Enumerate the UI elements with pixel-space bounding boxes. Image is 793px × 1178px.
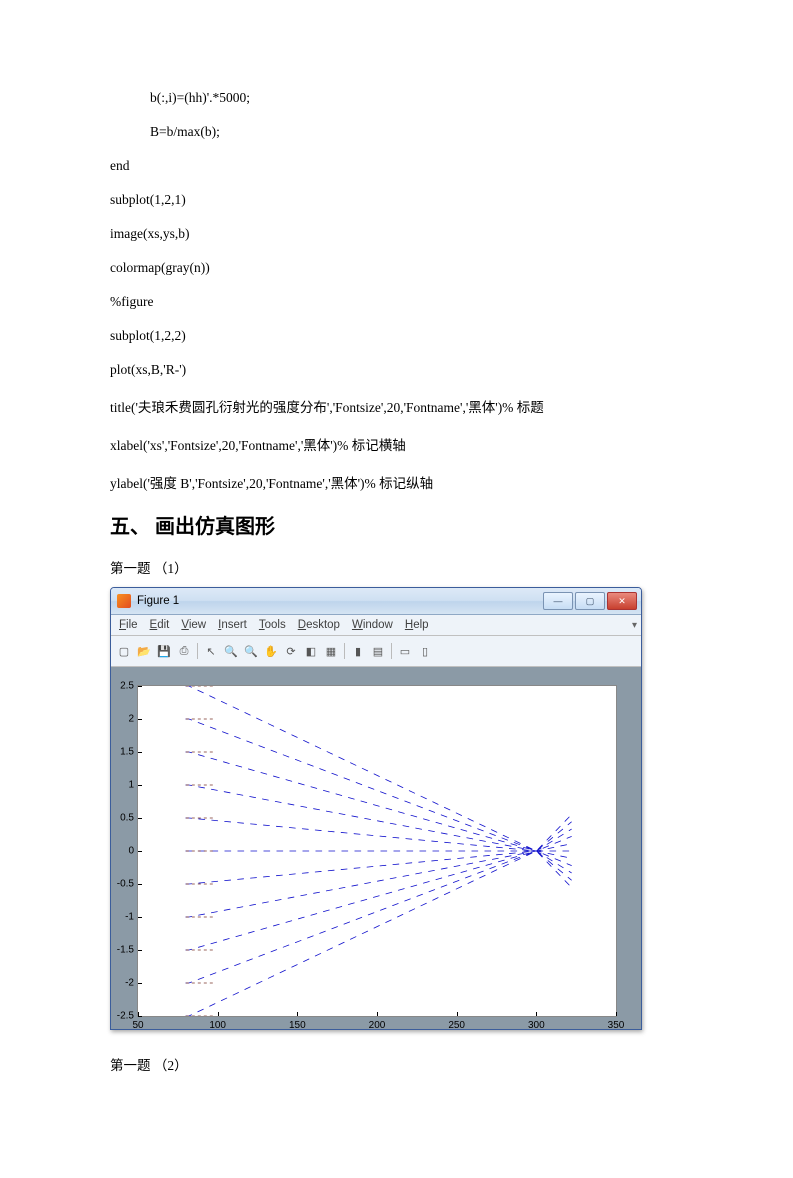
x-tick-label: 150 (289, 1020, 306, 1030)
caption-top: 第一题 （1） (110, 557, 683, 577)
x-tick-mark (377, 1012, 378, 1016)
ray-line (186, 822, 572, 983)
brush-icon[interactable]: ▦ (322, 642, 340, 660)
y-tick-label: 0.5 (110, 813, 134, 824)
y-tick-label: 1.5 (110, 747, 134, 758)
print-icon[interactable]: ⎙ (175, 642, 193, 660)
y-tick-mark (138, 686, 142, 687)
section-heading: 五、 画出仿真图形 (110, 510, 683, 539)
close-button[interactable]: ✕ (607, 592, 637, 610)
y-tick-mark (138, 785, 142, 786)
y-tick-mark (138, 1016, 142, 1017)
y-tick-mark (138, 884, 142, 885)
show-tools-icon[interactable]: ▯ (416, 642, 434, 660)
code-line: b(:,i)=(hh)'.*5000; (110, 90, 683, 106)
y-tick-mark (138, 752, 142, 753)
maximize-button[interactable]: ▢ (575, 592, 605, 610)
menu-view[interactable]: View (177, 618, 210, 632)
y-tick-label: -1 (110, 912, 134, 923)
y-tick-mark (138, 818, 142, 819)
y-tick-mark (138, 851, 142, 852)
caption-bottom: 第一题 （2） (110, 1054, 683, 1074)
plot-background: 2.5 2 1.5 1 0.5 0 -0.5 -1 -1.5 -2 -2.550 100 150 200 2… (111, 667, 641, 1029)
x-tick-mark (138, 1012, 139, 1016)
y-tick-mark (138, 719, 142, 720)
menu-insert[interactable]: Insert (214, 618, 251, 632)
hide-tools-icon[interactable]: ▭ (396, 642, 414, 660)
menu-desktop[interactable]: Desktop (294, 618, 344, 632)
code-line: B=b/max(b); (110, 124, 683, 140)
menu-bar: File Edit View Insert Tools Desktop Wind… (111, 615, 641, 636)
matlab-figure-window: Figure 1 — ▢ ✕ File Edit View Insert Too… (110, 587, 642, 1030)
save-icon[interactable]: 💾 (155, 642, 173, 660)
toolbar-chevron-icon[interactable] (623, 644, 637, 658)
matlab-icon (117, 594, 131, 608)
minimize-button[interactable]: — (543, 592, 573, 610)
ray-line (186, 829, 572, 950)
toolbar-separator (344, 643, 345, 659)
zoom-out-icon[interactable]: 🔍 (242, 642, 260, 660)
code-line: subplot(1,2,2) (110, 328, 683, 344)
x-tick-label: 250 (448, 1020, 465, 1030)
menu-help[interactable]: Help (401, 618, 433, 632)
open-icon[interactable]: 📂 (135, 642, 153, 660)
chart-axes[interactable]: 2.521.510.50-0.5-1-1.5-2-2.5501001502002… (137, 685, 617, 1017)
x-tick-label: 50 (132, 1020, 143, 1030)
legend-icon[interactable]: ▤ (369, 642, 387, 660)
x-tick-mark (457, 1012, 458, 1016)
ray-line (186, 752, 572, 873)
code-line: subplot(1,2,1) (110, 192, 683, 208)
y-tick-label: 1 (110, 780, 134, 791)
data-cursor-icon[interactable]: ◧ (302, 642, 320, 660)
colorbar-icon[interactable]: ▮ (349, 642, 367, 660)
code-line: end (110, 158, 683, 174)
menu-tools[interactable]: Tools (255, 618, 290, 632)
menu-edit[interactable]: Edit (146, 618, 174, 632)
toolbar-separator (197, 643, 198, 659)
x-tick-mark (218, 1012, 219, 1016)
menu-chevron-icon[interactable]: ▾ (632, 620, 637, 631)
y-tick-label: 2 (110, 714, 134, 725)
ray-line (186, 844, 572, 884)
menu-window[interactable]: Window (348, 618, 397, 632)
x-tick-mark (616, 1012, 617, 1016)
code-line: colormap(gray(n)) (110, 260, 683, 276)
rotate-icon[interactable]: ⟳ (282, 642, 300, 660)
code-line: image(xs,ys,b) (110, 226, 683, 242)
code-line: title('夫琅禾费圆孔衍射光的强度分布','Fontsize',20,'Fo… (110, 396, 683, 416)
toolbar-separator (391, 643, 392, 659)
x-tick-mark (536, 1012, 537, 1016)
ray-chart (138, 686, 616, 1016)
x-tick-mark (297, 1012, 298, 1016)
pan-icon[interactable]: ✋ (262, 642, 280, 660)
x-tick-label: 300 (528, 1020, 545, 1030)
code-line: %figure (110, 294, 683, 310)
y-tick-label: -2 (110, 978, 134, 989)
window-title-bar[interactable]: Figure 1 — ▢ ✕ (111, 588, 641, 615)
y-tick-mark (138, 950, 142, 951)
pointer-icon[interactable]: ↖ (202, 642, 220, 660)
ray-line (186, 818, 572, 858)
toolbar: ▢ 📂 💾 ⎙ ↖ 🔍 🔍 ✋ ⟳ ◧ ▦ ▮ ▤ ▭ ▯ (111, 636, 641, 667)
new-figure-icon[interactable]: ▢ (115, 642, 133, 660)
y-tick-label: -1.5 (110, 945, 134, 956)
zoom-in-icon[interactable]: 🔍 (222, 642, 240, 660)
window-title: Figure 1 (137, 595, 541, 607)
y-tick-label: -0.5 (110, 879, 134, 890)
y-tick-label: 0 (110, 846, 134, 857)
x-tick-label: 100 (209, 1020, 226, 1030)
y-tick-label: 2.5 (110, 681, 134, 692)
code-line: xlabel('xs','Fontsize',20,'Fontname','黑体… (110, 434, 683, 454)
code-line: ylabel('强度 B','Fontsize',20,'Fontname','… (110, 472, 683, 492)
ray-line (186, 719, 572, 880)
y-tick-mark (138, 917, 142, 918)
y-tick-mark (138, 983, 142, 984)
menu-file[interactable]: File (115, 618, 142, 632)
x-tick-label: 200 (369, 1020, 386, 1030)
y-tick-label: -2.5 (110, 1011, 134, 1022)
x-tick-label: 350 (608, 1020, 625, 1030)
code-line: plot(xs,B,'R-') (110, 362, 683, 378)
